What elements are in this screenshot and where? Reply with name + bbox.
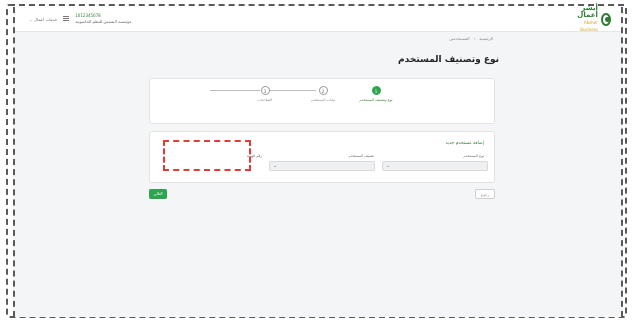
step-1-number: 1: [371, 86, 381, 95]
services-label: خدمات أعمال: [34, 16, 58, 22]
user-type-label: نوع المستخدم: [463, 154, 485, 158]
step-2-label: بيانات المستخدم: [310, 98, 336, 102]
user-block: ⌄ خدمات أعمال 1012345678 مؤسسة الشمس للن…: [29, 13, 131, 25]
chevron-down-icon: ⌄: [29, 16, 33, 22]
breadcrumb-home[interactable]: الرئيسية: [479, 36, 493, 41]
user-name: مؤسسة الشمس للنظم الحاسوبية: [75, 19, 132, 24]
top-bar: أبشر أعمال Absher Business ⌄ خدمات أعمال…: [15, 5, 621, 32]
step-1-label: نوع وتصنيف المستخدم: [359, 98, 393, 102]
services-menu[interactable]: ⌄ خدمات أعمال: [29, 17, 57, 22]
step-2-number: 2: [318, 86, 328, 95]
user-info[interactable]: 1012345678 مؤسسة الشمس للنظم الحاسوبية: [75, 13, 131, 25]
chevron-down-icon: ⌄: [273, 163, 278, 169]
next-button[interactable]: التالي: [149, 189, 167, 199]
highlight-box: [163, 140, 251, 171]
user-category-select[interactable]: ⌄: [269, 161, 375, 171]
logo-icon: [600, 12, 611, 26]
logo-arabic: أبشر أعمال: [577, 4, 598, 19]
step-1: 1 نوع وتصنيف المستخدم: [346, 86, 406, 103]
user-category-label: تصنيف المستخدم: [348, 154, 374, 158]
app-window: أبشر أعمال Absher Business ⌄ خدمات أعمال…: [13, 5, 623, 317]
form-title: إضافة مستخدم جديد: [445, 141, 484, 146]
step-3-number: 3: [260, 86, 270, 95]
step-3-label: الصلاحيات: [257, 98, 273, 102]
stepper-card: 3 الصلاحيات 2 بيانات المستخدم 1 نوع وتصن…: [149, 78, 495, 124]
logo[interactable]: أبشر أعمال Absher Business: [571, 5, 611, 32]
breadcrumb-users[interactable]: المستخدمين: [449, 36, 470, 41]
user-type-select[interactable]: ⌄: [382, 161, 488, 171]
back-button[interactable]: رجوع: [475, 189, 495, 199]
page-title: نوع وتصنيف المستخدم: [398, 55, 499, 65]
breadcrumb: الرئيسية › المستخدمين: [449, 36, 493, 41]
logo-english: Absher Business: [580, 20, 598, 32]
step-3: 3 الصلاحيات: [235, 86, 295, 103]
chevron-down-icon: ⌄: [386, 163, 391, 169]
logo-text: أبشر أعمال Absher Business: [571, 5, 598, 33]
step-2: 2 بيانات المستخدم: [293, 86, 353, 103]
apps-grid-icon[interactable]: [63, 16, 69, 22]
breadcrumb-separator: ›: [473, 36, 476, 41]
